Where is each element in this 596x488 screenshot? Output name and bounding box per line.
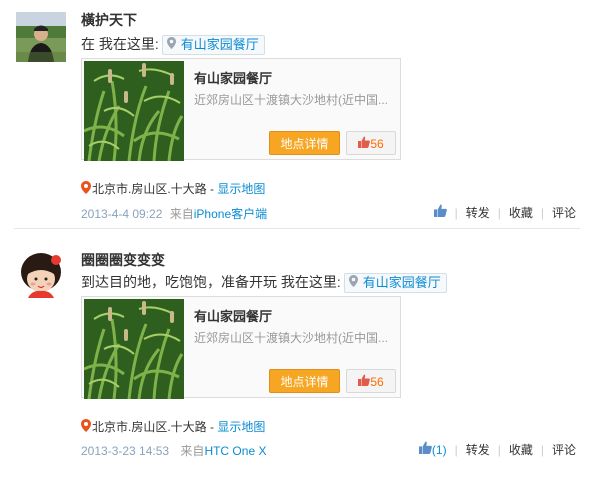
post-text-prefix: 到达目的地，吃饱饱，准备开玩 我在这里: (81, 274, 341, 290)
place-like-button[interactable]: 56 (346, 369, 396, 393)
action-divider: | (454, 443, 458, 457)
post-meta: 2013-4-4 09:22 来自iPhone客户端 (81, 205, 267, 222)
place-card: 有山家园餐厅 近郊房山区十渡镇大沙地村(近中国... 地点详情 56 (81, 296, 401, 399)
thumbs-up-icon (358, 370, 371, 394)
weibo-post-2: 圈圈圈变变变 到达目的地，吃饱饱，准备开玩 我在这里: 有山家园餐厅 有山家园餐… (0, 232, 596, 488)
post-time[interactable]: 2013-4-4 09:22 (81, 207, 162, 221)
place-photo[interactable] (84, 61, 184, 161)
location-text: 北京市.房山区.十大路 (92, 420, 207, 434)
place-detail-button[interactable]: 地点详情 (269, 131, 340, 155)
favorite-button[interactable]: 收藏 (509, 443, 533, 457)
post-divider (14, 228, 580, 229)
post-text: 到达目的地，吃饱饱，准备开玩 我在这里: 有山家园餐厅 (81, 272, 447, 294)
post-meta: 2013-3-23 14:53 来自HTC One X (81, 442, 266, 459)
map-pin-icon (166, 36, 176, 54)
map-pin-icon (81, 180, 91, 197)
username[interactable]: 圈圈圈变变变 (81, 250, 165, 270)
weibo-post-1: 橫护天下 在 我在这里: 有山家园餐厅 有山家园餐厅 近郊房山区十渡镇大沙地村(… (0, 0, 596, 228)
action-divider: | (454, 206, 458, 220)
place-name: 有山家园餐厅 (362, 275, 441, 291)
map-pin-icon (348, 274, 358, 292)
favorite-button[interactable]: 收藏 (509, 206, 533, 220)
avatar[interactable] (16, 12, 66, 62)
post-time[interactable]: 2013-3-23 14:53 (81, 444, 169, 458)
comment-button[interactable]: 评论 (552, 443, 576, 457)
thumbs-up-icon[interactable] (418, 441, 432, 457)
show-map-link[interactable]: 显示地图 (217, 420, 265, 434)
post-source[interactable]: HTC One X (204, 444, 266, 458)
place-like-button[interactable]: 56 (346, 131, 396, 155)
from-prefix: 来自 (169, 207, 194, 221)
post-text-prefix: 在 我在这里: (81, 36, 159, 52)
post-source[interactable]: iPhone客户端 (194, 207, 267, 221)
place-card: 有山家园餐厅 近郊房山区十渡镇大沙地村(近中国... 地点详情 56 (81, 58, 401, 161)
repost-button[interactable]: 转发 (466, 206, 490, 220)
like-count[interactable]: (1) (432, 443, 447, 457)
place-card-name[interactable]: 有山家园餐厅 (194, 68, 272, 87)
repost-button[interactable]: 转发 (466, 443, 490, 457)
thumbs-up-icon (358, 132, 371, 156)
place-card-address: 近郊房山区十渡镇大沙地村(近中国... (194, 93, 388, 107)
thumbs-up-icon[interactable] (433, 204, 447, 220)
place-link[interactable]: 有山家园餐厅 (343, 273, 447, 294)
action-divider: | (540, 443, 544, 457)
place-link[interactable]: 有山家园餐厅 (161, 35, 265, 56)
map-pin-icon (81, 418, 91, 435)
post-actions: (1) | 转发 | 收藏 | 评论 (418, 441, 576, 459)
place-card-name[interactable]: 有山家园餐厅 (194, 306, 272, 325)
place-like-count: 56 (370, 137, 384, 151)
place-detail-button[interactable]: 地点详情 (269, 369, 340, 393)
action-divider: | (497, 443, 501, 457)
location-text: 北京市.房山区.十大路 (92, 182, 207, 196)
from-prefix: 来自 (180, 444, 205, 458)
place-photo[interactable] (84, 299, 184, 399)
location-separator: - (206, 420, 218, 434)
post-actions: | 转发 | 收藏 | 评论 (433, 204, 576, 222)
show-map-link[interactable]: 显示地图 (217, 182, 265, 196)
place-like-count: 56 (370, 375, 384, 389)
location-line: 北京市.房山区.十大路 - 显示地图 (81, 180, 265, 198)
place-name: 有山家园餐厅 (180, 37, 259, 53)
location-line: 北京市.房山区.十大路 - 显示地图 (81, 418, 265, 436)
username[interactable]: 橫护天下 (81, 10, 137, 30)
place-card-address: 近郊房山区十渡镇大沙地村(近中国... (194, 331, 388, 345)
action-divider: | (497, 206, 501, 220)
location-separator: - (206, 182, 218, 196)
comment-button[interactable]: 评论 (552, 206, 576, 220)
action-divider: | (540, 206, 544, 220)
avatar[interactable] (16, 248, 66, 298)
post-text: 在 我在这里: 有山家园餐厅 (81, 34, 265, 56)
